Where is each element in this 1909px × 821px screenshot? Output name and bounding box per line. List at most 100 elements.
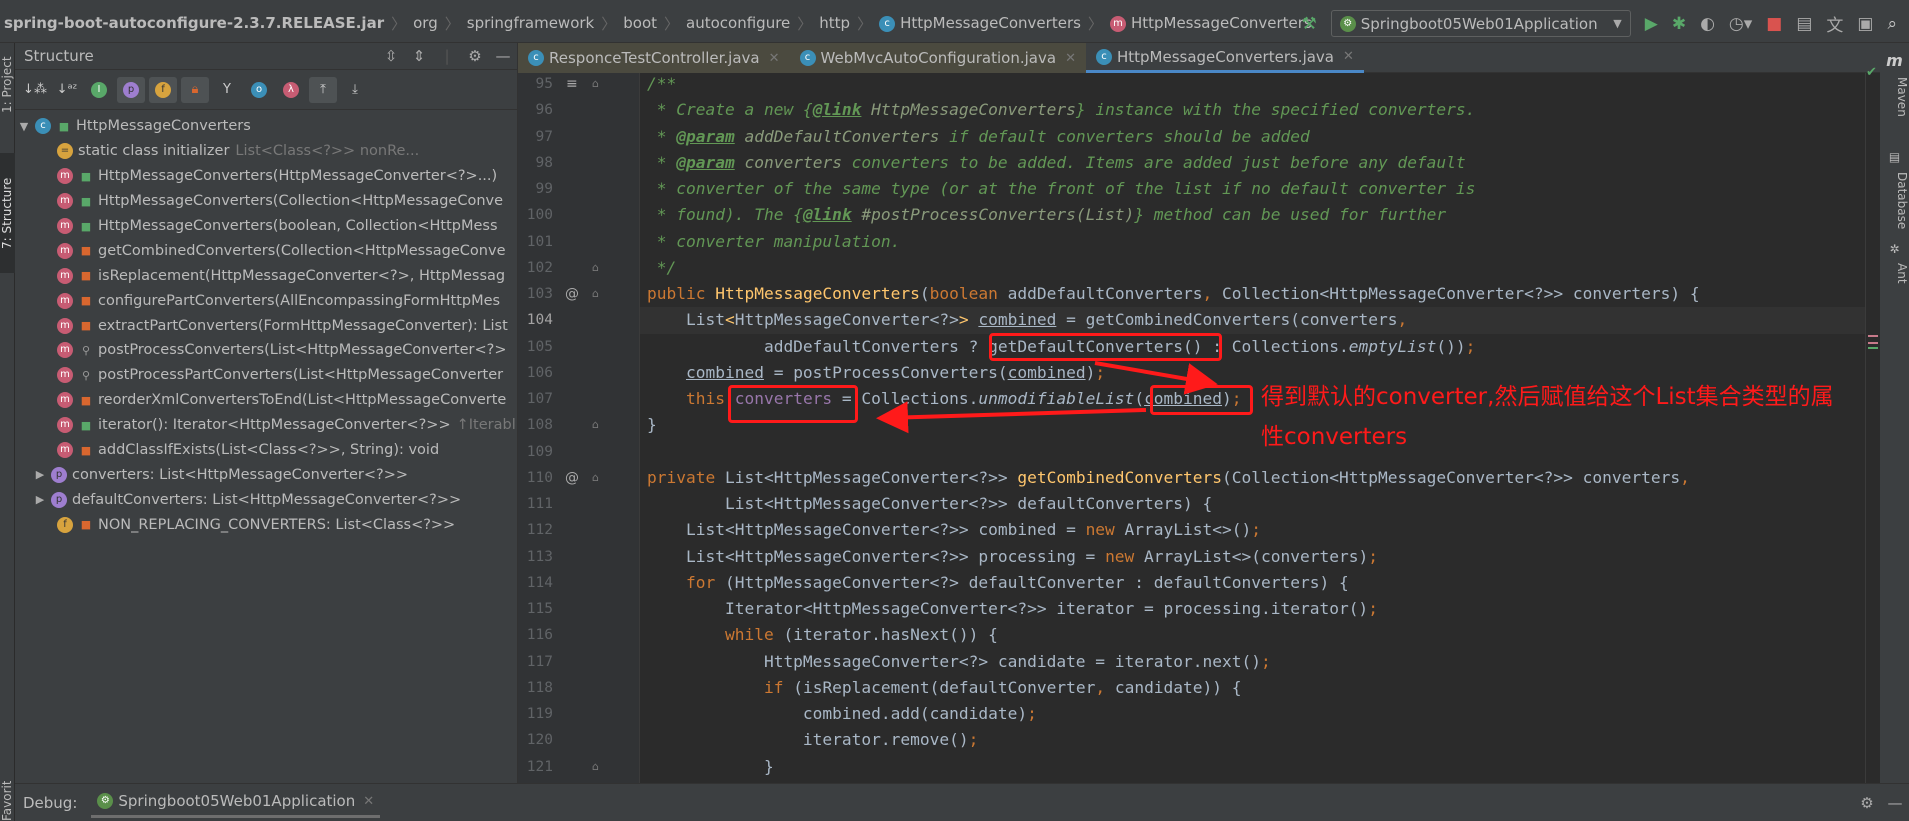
fold-icon[interactable]: ⌂ bbox=[592, 281, 599, 307]
breadcrumb-item[interactable]: org bbox=[409, 14, 442, 32]
fold-icon[interactable]: ⌂ bbox=[592, 465, 599, 491]
tree-item[interactable]: ▼ c ■ HttpMessageConverters bbox=[15, 114, 517, 139]
breadcrumb-item[interactable]: boot bbox=[619, 14, 661, 32]
tree-item-detail: List<Class<?>> nonRe... bbox=[235, 143, 420, 160]
implements-annotation-icon[interactable]: @ bbox=[565, 465, 579, 491]
profile-icon[interactable]: ◷▾ bbox=[1729, 14, 1752, 34]
tree-item[interactable]: ▶ p defaultConverters: List<HttpMessageCon… bbox=[15, 487, 517, 512]
show-properties-icon[interactable]: p bbox=[117, 76, 145, 103]
show-fields-icon[interactable]: f bbox=[149, 76, 177, 103]
tree-item[interactable]: m ■ configurePartConverters(AllEncompassin… bbox=[15, 288, 517, 313]
code-token: , bbox=[1095, 677, 1115, 697]
line-number: 95 bbox=[535, 76, 553, 92]
tree-item[interactable]: ▶ p converters: List<HttpMessageConverter<… bbox=[15, 462, 517, 487]
tree-item[interactable]: m ■ reorderXmlConvertersToEnd(List<HttpMes… bbox=[15, 388, 517, 413]
gear-icon[interactable]: ⚙ bbox=[461, 47, 489, 65]
fold-end-icon[interactable]: ⌂ bbox=[592, 412, 599, 438]
debug-session-tab[interactable]: ⚙ Springboot05Web01Application ✕ bbox=[91, 788, 381, 818]
window-icon[interactable]: ▣ bbox=[1857, 14, 1873, 34]
show-non-public-icon[interactable]: 🔒︎ bbox=[181, 76, 209, 103]
structure-tool-button[interactable]: 7: Structure bbox=[0, 153, 15, 273]
project-tool-button[interactable]: 1: Project bbox=[0, 49, 15, 121]
favorites-tool-button[interactable]: Favorites bbox=[0, 781, 15, 821]
method-icon: m bbox=[57, 218, 73, 234]
close-icon[interactable]: ✕ bbox=[1343, 49, 1354, 64]
collapse-all-icon[interactable]: ⇕ bbox=[405, 47, 433, 65]
breadcrumb-label: org bbox=[413, 14, 438, 32]
tree-item[interactable]: m ■ getCombinedConverters(Collection<HttpM… bbox=[15, 238, 517, 263]
reader-mode-icon[interactable]: ≡ bbox=[566, 71, 578, 97]
tree-item[interactable]: m ■ HttpMessageConverters(boolean, Collect… bbox=[15, 214, 517, 239]
breadcrumb-item[interactable]: spring-boot-autoconfigure-2.3.7.RELEASE.… bbox=[0, 14, 388, 32]
breadcrumb-item[interactable]: http bbox=[815, 14, 854, 32]
tab-responcetestcontroller[interactable]: c ResponceTestController.java ✕ bbox=[518, 43, 790, 73]
show-inherited-icon[interactable]: I bbox=[85, 77, 113, 103]
sort-by-visibility-icon[interactable]: ↓⁂ bbox=[21, 77, 49, 103]
implements-annotation-icon[interactable]: @ bbox=[565, 281, 579, 307]
expand-down-icon[interactable]: ▼ bbox=[17, 120, 31, 133]
tree-item[interactable]: f ■ NON_REPLACING_CONVERTERS: List<Class<?… bbox=[15, 512, 517, 537]
code-token: for bbox=[685, 572, 725, 592]
tree-item-label: static class initializer bbox=[78, 143, 230, 160]
debug-label: Debug: bbox=[23, 793, 78, 812]
tree-item[interactable]: m ■ addClassIfExists(List<Class<?>>, Strin… bbox=[15, 438, 517, 463]
fold-icon[interactable]: ⌂ bbox=[592, 71, 599, 97]
line-number: 101 bbox=[526, 233, 553, 250]
close-icon[interactable]: ✕ bbox=[769, 51, 780, 66]
database-tool-button[interactable]: Database bbox=[1880, 166, 1909, 236]
project-structure-icon[interactable]: ▤ bbox=[1796, 14, 1812, 34]
tree-item[interactable]: m ■ isReplacement(HttpMessageConverter<?>,… bbox=[15, 263, 517, 288]
minimize-icon[interactable]: — bbox=[489, 47, 517, 65]
fold-end-icon[interactable]: ⌂ bbox=[592, 754, 599, 780]
show-lambda-icon[interactable]: λ bbox=[277, 77, 305, 103]
java-class-icon: c bbox=[1095, 48, 1112, 65]
expand-all-icon[interactable]: ⇳ bbox=[377, 47, 405, 65]
run-configuration-select[interactable]: ⚙ Springboot05Web01Application ▼ bbox=[1330, 10, 1631, 37]
stop-icon[interactable]: ■ bbox=[1766, 14, 1782, 34]
fold-end-icon[interactable]: ⌂ bbox=[592, 255, 599, 281]
tree-item[interactable]: = static class initializer List<Class<?>> … bbox=[15, 139, 517, 164]
tree-item[interactable]: m ■ iterator(): Iterator<HttpMessageConver… bbox=[15, 413, 517, 438]
autoscroll-to-source-icon[interactable]: ⤒ bbox=[309, 76, 337, 103]
coverage-icon[interactable]: ◐ bbox=[1700, 14, 1715, 34]
minimize-icon[interactable]: — bbox=[1881, 794, 1909, 812]
show-lambdas-branch-icon[interactable]: Y bbox=[213, 77, 241, 103]
error-stripe-mark[interactable] bbox=[1868, 347, 1878, 349]
breadcrumb-item[interactable]: autoconfigure bbox=[682, 14, 794, 32]
error-stripe-mark[interactable] bbox=[1868, 342, 1878, 344]
class-icon: c bbox=[35, 118, 51, 135]
expand-right-icon[interactable]: ▶ bbox=[33, 468, 47, 481]
sort-alphabetically-icon[interactable]: ↓ᵃᶻ bbox=[53, 77, 81, 103]
close-icon[interactable]: ✕ bbox=[363, 794, 374, 809]
panel-title: Structure bbox=[24, 47, 94, 65]
build-hammer-icon[interactable]: ⚒ bbox=[1301, 14, 1316, 34]
run-icon[interactable]: ▶ bbox=[1645, 14, 1658, 34]
debug-bug-icon[interactable]: ✱ bbox=[1672, 14, 1686, 34]
search-icon[interactable]: ⌕ bbox=[1887, 14, 1897, 34]
tree-item[interactable]: m ⚲ postProcessConverters(List<HttpMessage… bbox=[15, 338, 517, 363]
autoscroll-from-source-icon[interactable]: ⤓ bbox=[341, 77, 369, 103]
tab-webmvcautoconfiguration[interactable]: c WebMvcAutoConfiguration.java ✕ bbox=[789, 43, 1086, 73]
ant-tool-button[interactable]: Ant bbox=[1880, 258, 1909, 288]
code-token: boolean bbox=[929, 284, 1008, 303]
method-icon: m bbox=[57, 292, 73, 309]
editor-tabs: c ResponceTestController.java ✕ c WebMvcAuto… bbox=[518, 43, 1880, 73]
breadcrumb-item[interactable]: m HttpMessageConverters bbox=[1106, 14, 1316, 32]
show-anonymous-icon[interactable]: o bbox=[245, 77, 273, 103]
tab-httpmessageconverters[interactable]: c HttpMessageConverters.java ✕ bbox=[1085, 43, 1364, 73]
tree-item[interactable]: m ■ extractPartConverters(FormHttpMessageC… bbox=[15, 313, 517, 338]
tree-item[interactable]: m ⚲ postProcessPartConverters(List<HttpMes… bbox=[15, 363, 517, 388]
maven-tool-button[interactable]: Maven bbox=[1880, 72, 1909, 122]
breadcrumb-item[interactable]: springframework bbox=[463, 14, 598, 32]
gear-icon[interactable]: ⚙ bbox=[1853, 794, 1881, 812]
code-token: List<HttpMessageConverter<?>> defaultCon… bbox=[647, 494, 1213, 513]
tree-item[interactable]: m ■ HttpMessageConverters(HttpMessageConve… bbox=[15, 164, 517, 189]
code-token: while bbox=[724, 625, 784, 645]
error-stripe-mark[interactable] bbox=[1868, 335, 1878, 337]
breadcrumb-item[interactable]: c HttpMessageConverters bbox=[875, 14, 1085, 32]
translate-icon[interactable]: 文 bbox=[1826, 11, 1843, 36]
close-icon[interactable]: ✕ bbox=[1065, 51, 1076, 66]
tree-item[interactable]: m ■ HttpMessageConverters(Collection<HttpM… bbox=[15, 189, 517, 214]
breadcrumb-label: spring-boot-autoconfigure-2.3.7.RELEASE.… bbox=[4, 14, 385, 32]
expand-right-icon[interactable]: ▶ bbox=[33, 493, 47, 506]
